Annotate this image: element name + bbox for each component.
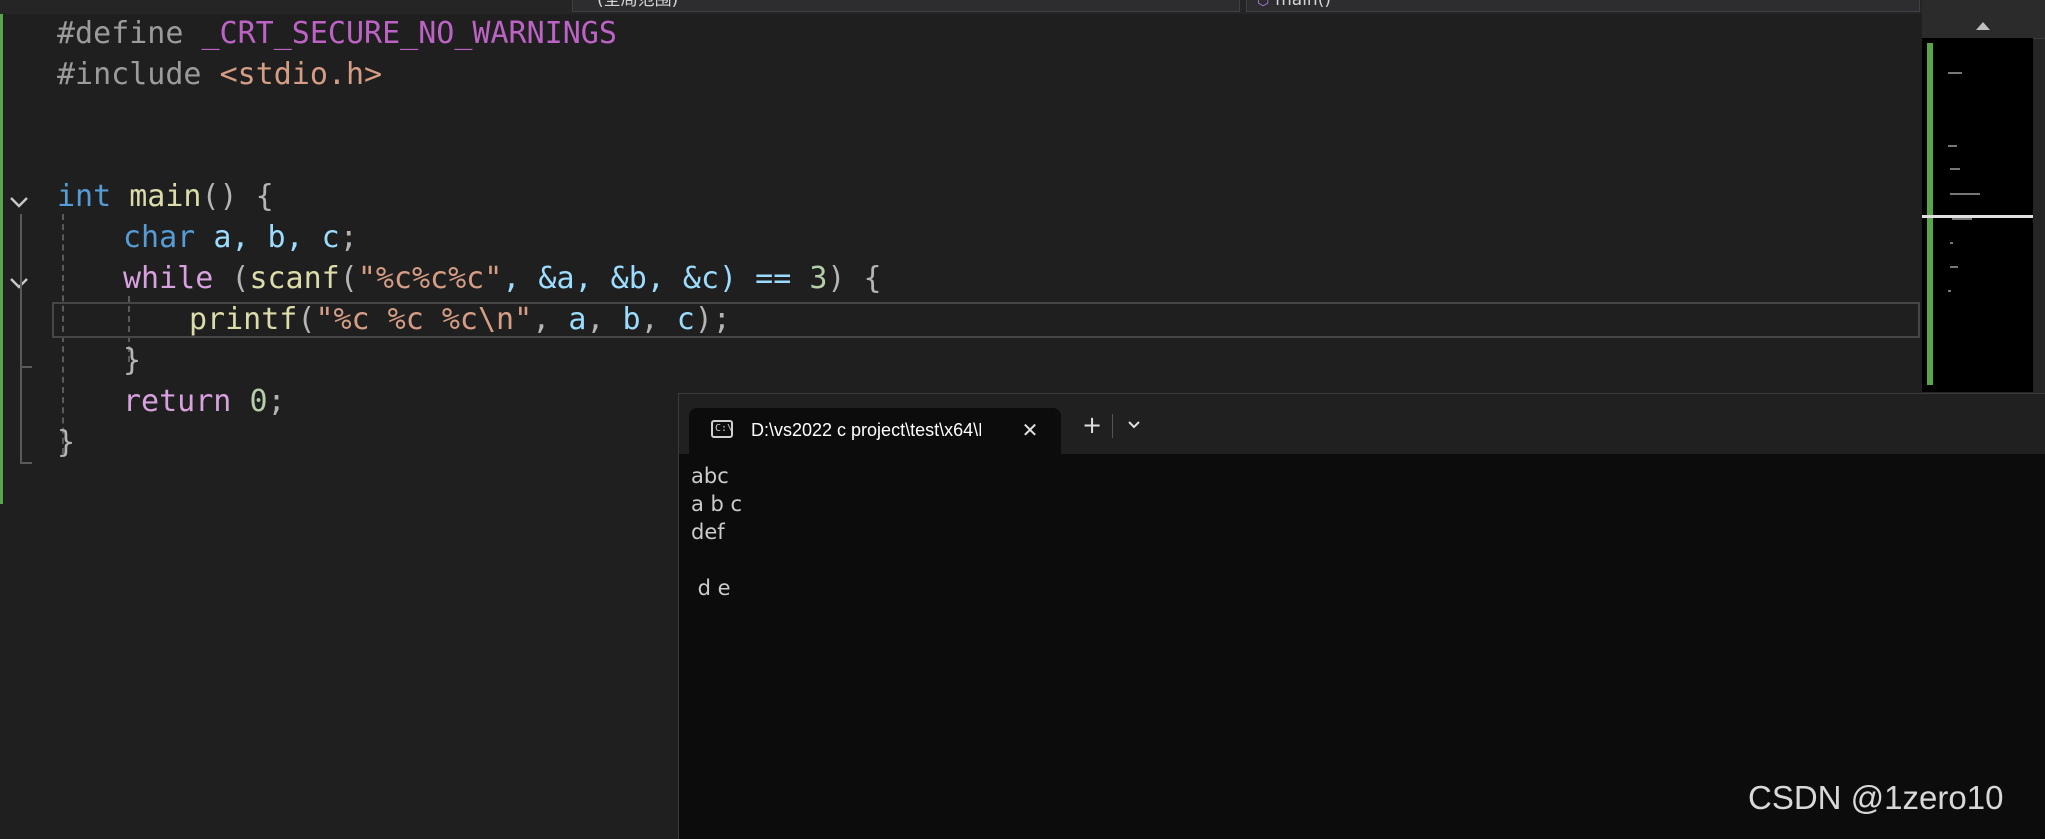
punctuation: ); [694, 302, 731, 337]
control-keyword: return [123, 384, 232, 419]
variable-list: a, b, c [213, 220, 340, 255]
variable: b [622, 302, 641, 337]
scroll-up-arrow-icon [1976, 22, 1990, 30]
member-dropdown-label: main() [1275, 0, 1331, 10]
number-literal: 3 [809, 261, 828, 296]
punctuation: ; [339, 220, 358, 255]
titlebar-divider [1112, 414, 1113, 438]
code-line-11: } [57, 423, 75, 463]
minimap-code-mark [1950, 193, 1980, 195]
punctuation: () { [201, 179, 274, 214]
code-line-9: } [123, 341, 141, 381]
type-keyword: char [123, 220, 196, 255]
control-keyword: while [123, 261, 214, 296]
fold-guide-end [20, 462, 32, 464]
include-header: <stdio.h> [219, 57, 383, 92]
terminal-tab[interactable]: C:\ D:\vs2022 c project\test\x64\Debug\t… [689, 408, 1061, 454]
punctuation: } [123, 343, 142, 378]
type-keyword: int [57, 179, 112, 214]
code-line-6: char a, b, c; [123, 218, 358, 258]
plus-icon[interactable]: + [1074, 410, 1110, 440]
output-line: abc [691, 464, 729, 488]
method-cube-icon: ⬡ [1257, 0, 1270, 9]
punctuation: ; [267, 384, 286, 419]
variable: c [676, 302, 695, 337]
minimap-code-mark [1948, 290, 1951, 292]
terminal-tab-title: D:\vs2022 c project\test\x64\Debug\test.… [751, 420, 981, 440]
code-line-2: #include <stdio.h> [57, 55, 382, 95]
close-icon[interactable]: ✕ [1019, 418, 1041, 442]
fold-guide [20, 296, 22, 368]
preprocessor-directive: #include [57, 57, 202, 92]
punctuation: , [586, 302, 623, 337]
output-line: a b c [691, 492, 743, 516]
terminal-app-icon: C:\ [711, 420, 733, 438]
string-literal: "%c %c %c\n" [315, 302, 533, 337]
minimap-code-mark [1948, 72, 1962, 74]
fold-guide-end [20, 366, 32, 368]
argument-list: , &a, &b, &c) == [502, 261, 810, 296]
punctuation: ( [339, 261, 358, 296]
output-line: def [691, 520, 725, 544]
scroll-up-button[interactable] [1922, 0, 2045, 39]
code-line-1: #define _CRT_SECURE_NO_WARNINGS [57, 14, 617, 54]
number-literal: 0 [249, 384, 268, 419]
scope-dropdown-label: (全局范围) [597, 0, 679, 10]
function-name: printf [189, 302, 298, 337]
minimap-change-bar [1927, 43, 1933, 385]
punctuation: ) { [827, 261, 882, 296]
code-line-7: while (scanf("%c%c%c", &a, &b, &c) == 3)… [123, 259, 882, 299]
terminal-titlebar: C:\ D:\vs2022 c project\test\x64\Debug\t… [679, 394, 2045, 454]
minimap-code-mark [1950, 168, 1960, 170]
fold-chevron-icon[interactable] [8, 191, 30, 213]
minimap-code-mark [1950, 266, 1958, 268]
output-line: d e [691, 576, 731, 600]
scope-dropdown[interactable]: (全局范围) [572, 0, 1240, 12]
punctuation: ( [297, 302, 316, 337]
minimap-code-mark [1948, 145, 1957, 147]
terminal-window[interactable]: C:\ D:\vs2022 c project\test\x64\Debug\t… [678, 393, 2045, 839]
preprocessor-directive: #define [57, 16, 184, 51]
navigation-bar: (全局范围) ⬡ main() [0, 0, 1922, 15]
variable: a [568, 302, 587, 337]
chevron-down-icon[interactable] [1119, 410, 1149, 440]
punctuation: , [532, 302, 569, 337]
code-line-5: int main() { [57, 177, 274, 217]
watermark: CSDN @1zero10 [1748, 779, 2004, 816]
code-line-8: printf("%c %c %c\n", a, b, c); [189, 300, 731, 340]
member-dropdown[interactable]: ⬡ main() [1246, 0, 1920, 12]
minimap-caret-line [1922, 215, 2033, 218]
punctuation: , [640, 302, 677, 337]
fold-chevron-icon[interactable] [8, 272, 30, 294]
change-indicator-bar [0, 14, 3, 504]
string-literal: "%c%c%c" [357, 261, 503, 296]
function-name: main [129, 179, 202, 214]
terminal-output[interactable]: abc a b c def d e [691, 462, 742, 602]
code-line-10: return 0; [123, 382, 286, 422]
minimap-code-mark [1950, 242, 1953, 244]
punctuation: } [57, 425, 76, 460]
macro-name: _CRT_SECURE_NO_WARNINGS [201, 16, 617, 51]
function-name: scanf [249, 261, 340, 296]
punctuation: ( [213, 261, 250, 296]
minimap-code-mark [1952, 218, 1972, 220]
